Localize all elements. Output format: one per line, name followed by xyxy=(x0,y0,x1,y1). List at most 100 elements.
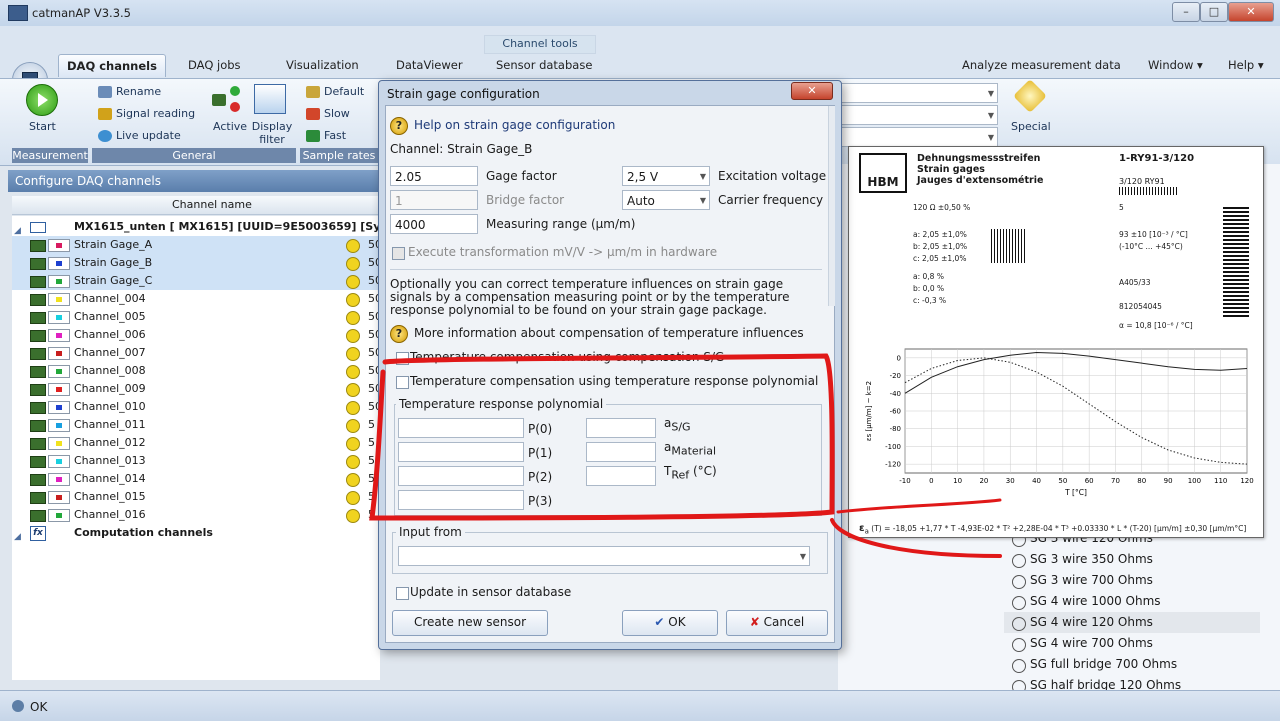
device-row[interactable]: ◢ MX1615_unten [ MX1615] [UUID=9E5003659… xyxy=(12,218,380,236)
tab-daq-channels[interactable]: DAQ channels xyxy=(58,54,166,77)
a-sg-input[interactable] xyxy=(586,418,656,438)
help-menu[interactable]: Help ▾ xyxy=(1220,54,1272,76)
help-link[interactable]: Help on strain gage configuration xyxy=(414,118,615,132)
color-swatch[interactable] xyxy=(48,437,70,450)
color-swatch[interactable] xyxy=(48,257,70,270)
table-row[interactable]: Channel_006 50 xyxy=(12,326,382,344)
list-item[interactable]: SG 4 wire 1000 Ohms xyxy=(1004,591,1260,612)
ok-button[interactable]: ✔ OK xyxy=(622,610,718,636)
polynomial-group-label: Temperature response polynomial xyxy=(396,397,607,411)
color-swatch[interactable] xyxy=(48,455,70,468)
analyze-measurement-data-button[interactable]: Analyze measurement data xyxy=(954,54,1129,76)
table-row[interactable]: Strain Gage_A 50 xyxy=(12,236,382,254)
p0-input[interactable] xyxy=(398,418,524,438)
x-tick-label: 110 xyxy=(1214,477,1227,485)
channel-name: Channel_008 xyxy=(74,364,146,377)
carrier-frequency-select[interactable]: Auto ▼ xyxy=(622,190,710,210)
table-row[interactable]: Channel_013 5 xyxy=(12,452,380,470)
table-row[interactable]: Channel_009 50 xyxy=(12,380,382,398)
table-row[interactable]: Channel_010 50 xyxy=(12,398,382,416)
color-swatch[interactable] xyxy=(48,275,70,288)
table-row[interactable]: Channel_007 50 xyxy=(12,344,382,362)
color-swatch[interactable] xyxy=(48,491,70,504)
measuring-range-input[interactable]: 4000 xyxy=(390,214,478,234)
display-filter-button[interactable]: Display filter xyxy=(250,84,294,146)
update-sensor-db-checkbox[interactable] xyxy=(396,587,409,600)
table-row[interactable]: Channel_008 50 xyxy=(12,362,382,380)
color-swatch[interactable] xyxy=(48,329,70,342)
color-swatch[interactable] xyxy=(48,509,70,522)
color-swatch[interactable] xyxy=(48,293,70,306)
more-info-link[interactable]: More information about compensation of t… xyxy=(414,326,804,340)
computation-channels-label: Computation channels xyxy=(74,526,213,539)
table-row[interactable]: Channel_016 5 xyxy=(12,506,380,524)
gage-factor-input[interactable]: 2.05 xyxy=(390,166,478,186)
close-button[interactable]: ✕ xyxy=(1228,2,1274,22)
table-row[interactable]: Channel_005 50 xyxy=(12,308,382,326)
dialog-scrollbar[interactable] xyxy=(828,106,835,306)
ribbon-combo-1[interactable]: ▼ xyxy=(840,83,998,103)
window-menu[interactable]: Window ▾ xyxy=(1140,54,1211,76)
color-swatch[interactable] xyxy=(48,401,70,414)
list-item[interactable]: SG 3 wire 700 Ohms xyxy=(1004,570,1260,591)
color-swatch[interactable] xyxy=(48,311,70,324)
smiley-icon xyxy=(346,455,360,469)
table-row[interactable]: Strain Gage_B 50 xyxy=(12,254,382,272)
execute-transformation-checkbox[interactable] xyxy=(392,247,405,260)
column-header-channel-name[interactable]: Channel name xyxy=(172,198,252,211)
table-row[interactable]: Strain Gage_C 50 xyxy=(12,272,382,290)
table-row[interactable]: Channel_014 5 xyxy=(12,470,380,488)
tab-visualization[interactable]: Visualization xyxy=(278,54,367,76)
p2-input[interactable] xyxy=(398,466,524,486)
input-from-select[interactable]: ▼ xyxy=(398,546,810,566)
sensor-name: SG 4 wire 120 Ohms xyxy=(1030,615,1153,629)
p1-input[interactable] xyxy=(398,442,524,462)
color-swatch[interactable] xyxy=(48,347,70,360)
ribbon-combo-2[interactable]: ▼ xyxy=(840,105,998,125)
bridge-factor-input[interactable]: 1 xyxy=(390,190,478,210)
channel-list-header[interactable]: Channel name xyxy=(12,196,380,215)
p3-input[interactable] xyxy=(398,490,524,510)
table-row[interactable]: Channel_004 50 xyxy=(12,290,382,308)
table-row[interactable]: Channel_012 5 xyxy=(12,434,380,452)
collapse-icon[interactable]: ◢ xyxy=(14,528,21,546)
tab-sensor-database[interactable]: Sensor database xyxy=(488,54,600,76)
table-row[interactable]: Channel_015 5 xyxy=(12,488,380,506)
color-swatch[interactable] xyxy=(48,473,70,486)
compensation-polynomial-checkbox[interactable] xyxy=(396,376,409,389)
list-item[interactable]: SG full bridge 700 Ohms xyxy=(1004,654,1260,675)
list-item[interactable]: SG 3 wire 350 Ohms xyxy=(1004,549,1260,570)
chevron-down-icon: ▼ xyxy=(699,172,706,181)
excitation-voltage-select[interactable]: 2,5 V ▼ xyxy=(622,166,710,186)
active-button[interactable]: Active xyxy=(210,84,247,142)
lot-batch: A405/33 812054045 xyxy=(1119,271,1162,319)
channel-icon xyxy=(30,240,46,252)
channel-icon xyxy=(30,258,46,270)
smiley-icon xyxy=(346,311,360,325)
computation-channels-row[interactable]: ◢ fx Computation channels xyxy=(12,524,380,542)
tab-label: Sensor database xyxy=(496,58,593,72)
list-item[interactable]: SG 4 wire 700 Ohms xyxy=(1004,633,1260,654)
create-new-sensor-button[interactable]: Create new sensor xyxy=(392,610,548,636)
compensation-sg-checkbox[interactable] xyxy=(396,352,409,365)
maximize-button[interactable]: □ xyxy=(1200,2,1228,22)
cancel-button[interactable]: ✘ Cancel xyxy=(726,610,828,636)
tab-daq-jobs[interactable]: DAQ jobs xyxy=(180,54,249,76)
list-item[interactable]: SG 4 wire 120 Ohms xyxy=(1004,612,1260,633)
sensor-icon xyxy=(1012,638,1026,652)
tab-dataviewer[interactable]: DataViewer xyxy=(388,54,471,76)
a-material-input[interactable] xyxy=(586,442,656,462)
t-ref-input[interactable] xyxy=(586,466,656,486)
channel-list[interactable]: ◢ MX1615_unten [ MX1615] [UUID=9E5003659… xyxy=(12,216,382,680)
start-button[interactable] xyxy=(26,84,58,116)
special-button[interactable]: Special xyxy=(1008,79,1054,144)
ribbon-combo-3[interactable]: ▼ xyxy=(840,127,998,147)
color-swatch[interactable] xyxy=(48,239,70,252)
table-row[interactable]: Channel_011 5 xyxy=(12,416,380,434)
color-swatch[interactable] xyxy=(48,383,70,396)
color-swatch[interactable] xyxy=(48,365,70,378)
color-swatch[interactable] xyxy=(48,419,70,432)
minimize-button[interactable]: – xyxy=(1172,2,1200,22)
dialog-close-button[interactable]: ✕ xyxy=(791,82,833,100)
channel-icon xyxy=(30,492,46,504)
